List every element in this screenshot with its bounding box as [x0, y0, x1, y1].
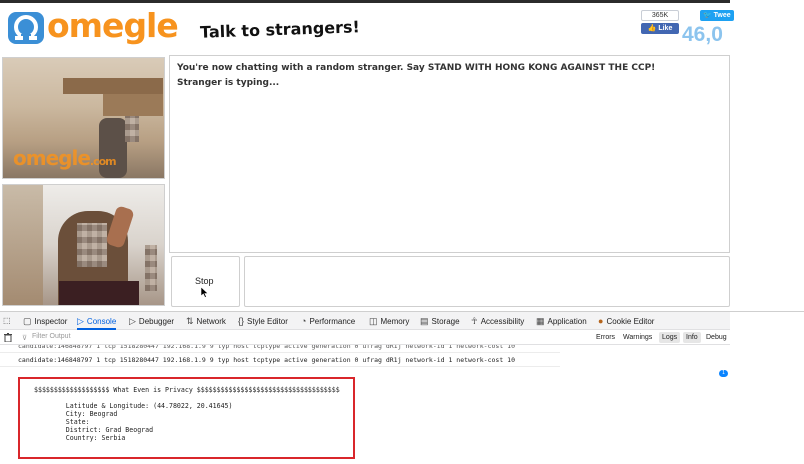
twitter-bird-icon: 🐦 [703, 12, 712, 19]
tab-label: Cookie Editor [606, 317, 655, 326]
tab-label: Console [86, 317, 117, 326]
door-shape [3, 185, 43, 305]
tab-label: Performance [309, 317, 356, 326]
tab-performance[interactable]: ◔ Performance [301, 312, 355, 330]
memory-icon: ◫ [369, 316, 378, 326]
privacy-latlng: Latitude & Longitude: (44.78022, 20.4164… [34, 402, 233, 410]
stop-label: Stop [195, 276, 214, 286]
thumbs-up-icon: 👍 [647, 25, 657, 32]
tab-inspector[interactable]: ▢ Inspector [23, 312, 67, 330]
log-divider [0, 352, 560, 353]
privacy-city: City: Beograd [34, 410, 118, 418]
tab-label: Network [196, 317, 226, 326]
devtools-panel: ⬚ ▢ Inspector ▷ Console ▷ Debugger ⇅ Network… [0, 311, 804, 464]
facebook-like-count: 365K [641, 10, 679, 21]
typing-indicator: Stranger is typing... [177, 78, 280, 88]
raised-arm-shape [105, 205, 135, 249]
tab-application[interactable]: ▦ Application [536, 312, 587, 330]
log-divider [0, 366, 560, 367]
privacy-district: District: Grad Beograd [34, 426, 154, 434]
users-online-count: 46,0 [682, 23, 723, 46]
application-icon: ▦ [536, 316, 545, 326]
level-errors[interactable]: Errors [593, 332, 618, 343]
tab-label: Storage [431, 317, 460, 326]
cabinet-shape [63, 78, 163, 94]
accessibility-icon: ☥ [471, 316, 478, 326]
tab-network[interactable]: ⇅ Network [186, 312, 226, 330]
omegle-logo-text[interactable]: omegle [47, 6, 179, 45]
storage-icon: ▤ [420, 316, 429, 326]
message-count-badge: 1 [719, 370, 728, 377]
cookie-editor-icon: ● [598, 316, 604, 326]
inspector-icon: ▢ [23, 316, 32, 326]
performance-icon: ◔ [301, 316, 307, 326]
mouse-cursor-icon [201, 287, 209, 298]
privacy-state: State: [34, 418, 90, 426]
pick-element-icon[interactable]: ⬚ [3, 312, 11, 330]
style-editor-icon: {} [238, 316, 245, 326]
facebook-like-label: Like [658, 25, 673, 32]
omegle-header: omegle Talk to strangers! 365K 👍 Like 🐦 … [0, 0, 734, 50]
console-log-line: candidate:146848797 1 tcp 1518280447 192… [18, 356, 515, 364]
level-info[interactable]: Info [683, 332, 701, 343]
filter-output-input[interactable]: Filter Output [32, 333, 71, 340]
tab-storage[interactable]: ▤ Storage [420, 312, 460, 330]
facebook-like-button[interactable]: 👍 Like [641, 23, 679, 34]
tab-accessibility[interactable]: ☥ Accessibility [471, 312, 524, 330]
tab-label: Debugger [138, 317, 175, 326]
level-warnings[interactable]: Warnings [620, 332, 655, 343]
network-icon: ⇅ [186, 316, 194, 326]
privacy-log-highlight: $$$$$$$$$$$$$$$$$$$ What Even is Privacy… [18, 377, 355, 459]
level-debug[interactable]: Debug [703, 332, 730, 343]
privacy-banner: $$$$$$$$$$$$$$$$$$$ What Even is Privacy… [34, 386, 340, 394]
tab-cookie-editor[interactable]: ● Cookie Editor [598, 312, 654, 330]
shirt-shape [59, 281, 139, 305]
cabinet-shape [103, 94, 163, 116]
privacy-log-output: $$$$$$$$$$$$$$$$$$$ What Even is Privacy… [34, 386, 340, 442]
tab-style-editor[interactable]: {} Style Editor [238, 312, 288, 330]
devtools-toolbar: ⬚ ▢ Inspector ▷ Console ▷ Debugger ⇅ Network… [0, 312, 730, 330]
tab-memory[interactable]: ◫ Memory [369, 312, 409, 330]
tab-label: Style Editor [247, 317, 288, 326]
pixelated-face [125, 116, 139, 142]
tweet-button[interactable]: 🐦 Twee [700, 10, 734, 21]
tab-label: Accessibility [480, 317, 525, 326]
debugger-icon: ▷ [129, 316, 136, 326]
level-logs[interactable]: Logs [659, 332, 681, 343]
system-message: You're now chatting with a random strang… [177, 63, 656, 73]
tab-label: Application [547, 317, 587, 326]
tab-label: Inspector [34, 317, 68, 326]
console-icon: ▷ [77, 316, 84, 326]
stranger-video: omegle.com [2, 57, 165, 179]
tagline: Talk to strangers! [199, 17, 361, 42]
self-video [2, 184, 165, 306]
pixelated-face [77, 223, 107, 267]
trash-icon[interactable] [4, 333, 12, 342]
tweet-label: Twee [713, 12, 731, 19]
watermark-text: omegle [13, 146, 91, 170]
omegle-logo-icon[interactable] [8, 12, 44, 44]
console-log-line: candidate:146848797 1 tcp 1518280447 192… [18, 345, 515, 350]
tab-debugger[interactable]: ▷ Debugger [129, 312, 174, 330]
stop-button[interactable]: Stop [171, 256, 240, 307]
chat-log: You're now chatting with a random strang… [169, 55, 730, 253]
watermark-suffix: .com [89, 155, 117, 168]
pixelated-area [145, 245, 157, 291]
facebook-widget: 365K 👍 Like [641, 10, 679, 34]
message-input[interactable] [244, 256, 730, 307]
tab-console[interactable]: ▷ Console [77, 312, 117, 330]
video-watermark: omegle.com [13, 146, 117, 170]
console-filter-bar: ⊽ Filter Output Errors Warnings Logs Inf… [0, 331, 730, 345]
filter-icon: ⊽ [22, 335, 28, 342]
privacy-country: Country: Serbia [34, 434, 126, 442]
tab-label: Memory [380, 317, 410, 326]
